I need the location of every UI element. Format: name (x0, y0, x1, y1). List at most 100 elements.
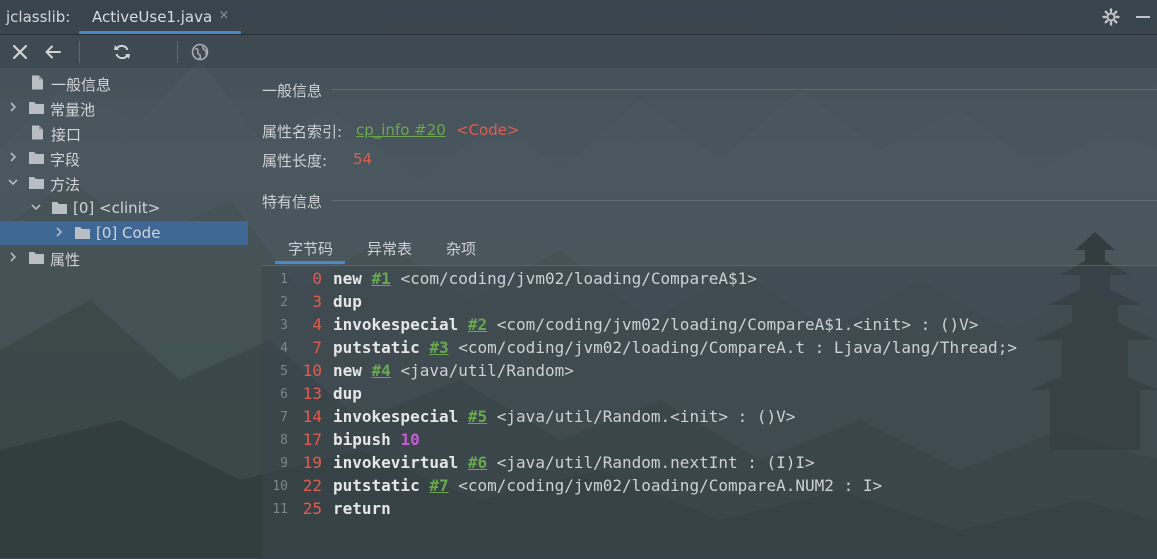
tree-item-label: 常量池 (50, 101, 96, 119)
section-divider (332, 200, 1157, 201)
opcode: new (333, 361, 362, 380)
constant-pool-link[interactable]: #3 (429, 338, 448, 357)
bytecode-listing[interactable]: 1 0 new #1 <com/coding/jvm02/loading/Compa… (262, 265, 1157, 559)
line-number: 2 (280, 295, 288, 310)
resolved-reference: <java/util/Random> (400, 361, 574, 380)
constant-pool-link[interactable]: #1 (372, 269, 391, 288)
bytecode-offset: 10 (302, 361, 322, 380)
folder-icon (75, 227, 90, 239)
line-number: 5 (280, 364, 288, 379)
bytecode-line: 11 25 return (262, 499, 1157, 522)
constant-pool-link[interactable]: #6 (468, 453, 487, 472)
chevron-down-icon[interactable] (30, 201, 42, 213)
bytecode-line: 6 13 dup (262, 384, 1157, 407)
chevron-right-icon[interactable] (7, 151, 19, 163)
resolved-reference: <java/util/Random.nextInt : (I)I> (496, 453, 815, 472)
specific-info-title: 特有信息 (262, 193, 323, 211)
bytecode-line: 2 3 dup (262, 292, 1157, 315)
bytecode-line: 1 0 new #1 <com/coding/jvm02/loading/Compa… (262, 269, 1157, 292)
toolbar (0, 35, 1157, 68)
tree-item-label: [0] <clinit> (73, 199, 161, 217)
folder-icon (29, 177, 44, 189)
folder-icon (29, 252, 44, 264)
bytecode-offset: 0 (312, 269, 322, 288)
instruction: return (333, 499, 391, 518)
resolved-reference: <java/util/Random.<init> : ()V> (496, 407, 796, 426)
line-number: 7 (280, 410, 288, 425)
line-number: 11 (272, 502, 288, 517)
bytecode-line: 3 4 invokespecial #2 <com/coding/jvm02/loa… (262, 315, 1157, 338)
tree-item[interactable]: 一般信息 (0, 71, 248, 95)
folder-icon (29, 152, 44, 164)
tab-bytecode[interactable]: 字节码 (288, 238, 333, 259)
resolved-reference: <com/coding/jvm02/loading/CompareA.NUM2 … (458, 476, 883, 495)
constant-pool-link[interactable]: #2 (468, 315, 487, 334)
line-number: 9 (280, 456, 288, 471)
refresh-icon[interactable] (113, 43, 131, 61)
chevron-down-icon[interactable] (7, 176, 19, 188)
instruction: dup (333, 384, 362, 403)
opcode: return (333, 499, 391, 518)
gear-icon[interactable] (1102, 8, 1120, 26)
bytecode-line: 4 7 putstatic #3 <com/coding/jvm02/loading… (262, 338, 1157, 361)
instruction: new #4 <java/util/Random> (333, 361, 574, 380)
opcode: dup (333, 384, 362, 403)
line-number: 4 (280, 341, 288, 356)
tab-exception-table[interactable]: 异常表 (367, 238, 412, 259)
line-number: 1 (280, 272, 288, 287)
instruction: invokespecial #2 <com/coding/jvm02/loadi… (333, 315, 978, 334)
tree-item[interactable]: 属性 (0, 246, 248, 270)
line-number: 6 (280, 387, 288, 402)
class-structure-tree: 一般信息常量池接口字段方法 [0] <clinit> [0] Code 属性 (0, 68, 248, 558)
tree-item[interactable]: 接口 (0, 121, 248, 145)
close-tab-icon[interactable]: × (217, 9, 231, 23)
instruction: new #1 <com/coding/jvm02/loading/Compare… (333, 269, 757, 288)
tab-label: ActiveUse1.java (92, 8, 213, 26)
bytecode-offset: 17 (302, 430, 322, 449)
attribute-length-value: 54 (353, 150, 373, 168)
chevron-right-icon[interactable] (53, 226, 65, 238)
bytecode-line: 7 14 invokespecial #5 <java/util/Random.<i… (262, 407, 1157, 430)
instruction: invokevirtual #6 <java/util/Random.nextI… (333, 453, 815, 472)
attribute-name-index-label: 属性名索引: (262, 123, 343, 141)
resolved-reference: <com/coding/jvm02/loading/CompareA$1> (400, 269, 757, 288)
opcode: invokevirtual (333, 453, 459, 472)
cp-info-link[interactable]: cp_info #20 (356, 121, 446, 139)
globe-icon[interactable] (191, 43, 209, 61)
operand-value: 10 (400, 430, 420, 449)
bytecode-line: 9 19 invokevirtual #6 <java/util/Random.ne… (262, 453, 1157, 476)
constant-pool-link[interactable]: #7 (429, 476, 448, 495)
toolbar-separator (177, 41, 178, 63)
tree-item-label: 接口 (51, 126, 82, 144)
close-icon[interactable] (11, 43, 29, 61)
resolved-reference: <com/coding/jvm02/loading/CompareA$1.<in… (496, 315, 979, 334)
folder-icon (29, 102, 44, 114)
chevron-right-icon[interactable] (7, 101, 19, 113)
tree-item[interactable]: [0] <clinit> (0, 196, 248, 220)
chevron-right-icon[interactable] (7, 251, 19, 263)
tree-item[interactable]: 方法 (0, 171, 248, 195)
back-arrow-icon[interactable] (44, 43, 62, 61)
tab-activeuse1-java[interactable]: ActiveUse1.java × (79, 0, 241, 34)
tree-item-label: [0] Code (96, 224, 161, 242)
toolbar-separator (79, 41, 80, 63)
bytecode-offset: 3 (312, 292, 322, 311)
tab-misc[interactable]: 杂项 (446, 238, 476, 259)
bytecode-offset: 14 (302, 407, 322, 426)
opcode: putstatic (333, 476, 420, 495)
tool-window-title: jclasslib: (6, 8, 71, 26)
file-icon (32, 75, 43, 90)
minimize-icon[interactable] (1136, 16, 1150, 18)
tree-item[interactable]: 常量池 (0, 96, 248, 120)
opcode: bipush (333, 430, 391, 449)
constant-pool-link[interactable]: #5 (468, 407, 487, 426)
bytecode-offset: 7 (312, 338, 322, 357)
instruction: putstatic #7 <com/coding/jvm02/loading/C… (333, 476, 882, 495)
tree-item[interactable]: 字段 (0, 146, 248, 170)
bytecode-offset: 25 (302, 499, 322, 518)
constant-pool-link[interactable]: #4 (372, 361, 391, 380)
tree-item[interactable]: [0] Code (0, 221, 248, 245)
resolved-reference: <com/coding/jvm02/loading/CompareA.t : L… (458, 338, 1017, 357)
tree-item-label: 方法 (50, 176, 81, 194)
file-icon (32, 125, 43, 140)
